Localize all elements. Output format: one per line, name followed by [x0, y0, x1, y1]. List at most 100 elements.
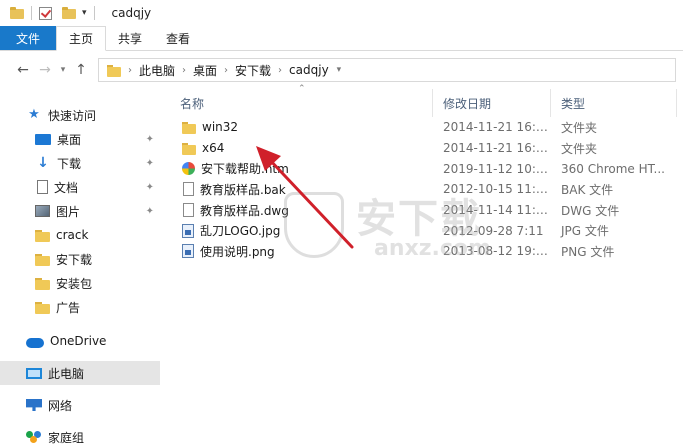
file-row[interactable]: 安下载帮助.htm 2019-11-12 10:44 360 Chrome HT…: [170, 158, 683, 179]
nav-label: 广告: [56, 300, 81, 315]
nav-onedrive[interactable]: OneDrive: [0, 329, 160, 353]
column-headers: 名称 修改日期 类型: [170, 89, 683, 117]
file-name: win32: [202, 120, 239, 135]
file-type: 文件夹: [561, 141, 598, 156]
nav-label: 网络: [48, 398, 73, 413]
column-header-type[interactable]: 类型: [551, 89, 677, 117]
tab-file[interactable]: 文件: [0, 26, 56, 50]
forward-icon[interactable]: →: [34, 62, 56, 78]
file-list: ⌃ 名称 修改日期 类型 win32 2014-11-21 16:53 文件夹 …: [170, 84, 683, 447]
folder-icon: [35, 253, 50, 266]
star-icon: ★: [28, 107, 40, 122]
pin-icon[interactable]: ✦: [146, 134, 154, 145]
file-name: 教育版样品.bak: [200, 182, 286, 197]
chevron-right-icon[interactable]: ›: [224, 65, 228, 76]
file-date: 2014-11-14 11:57: [443, 203, 551, 218]
recent-locations-icon[interactable]: ▾: [56, 65, 70, 75]
image-icon: [182, 244, 194, 259]
tab-home[interactable]: 主页: [56, 26, 107, 51]
nav-network[interactable]: 网络: [0, 393, 160, 417]
file-date: 2019-11-12 10:44: [443, 161, 551, 176]
nav-label: crack: [56, 228, 89, 242]
file-date: 2013-08-12 19:55: [443, 244, 551, 259]
nav-label: 家庭组: [48, 430, 85, 445]
file-date: 2012-10-15 11:33: [443, 182, 551, 197]
nav-label: 下载: [57, 156, 82, 171]
nav-label: 快速访问: [48, 108, 97, 123]
file-row[interactable]: 教育版样品.dwg 2014-11-14 11:57 DWG 文件: [170, 200, 683, 221]
file-icon: [183, 203, 194, 218]
nav-anxz[interactable]: 安下载: [0, 247, 160, 271]
homegroup-icon: [26, 431, 42, 443]
file-name: 使用说明.png: [200, 244, 275, 259]
nav-install-packages[interactable]: 安装包: [0, 271, 160, 295]
nav-pictures[interactable]: 图片 ✦: [0, 199, 160, 223]
up-icon[interactable]: ↑: [70, 62, 92, 78]
divider: [31, 6, 32, 20]
file-type: 文件夹: [561, 120, 598, 135]
pictures-icon: [35, 205, 50, 217]
folder-icon: [35, 229, 50, 242]
file-name: 教育版样品.dwg: [200, 203, 289, 218]
file-icon: [183, 182, 194, 197]
customize-quick-access-icon[interactable]: ▾: [82, 8, 87, 18]
nav-downloads[interactable]: ↓ 下载 ✦: [0, 151, 160, 175]
file-date: 2012-09-28 7:11: [443, 223, 544, 238]
tab-share[interactable]: 共享: [106, 26, 154, 50]
folder-icon: [35, 277, 50, 290]
file-type: BAK 文件: [561, 182, 614, 197]
chevron-down-icon[interactable]: ▾: [337, 65, 342, 75]
nav-label: 安装包: [56, 276, 93, 291]
pin-icon[interactable]: ✦: [146, 158, 154, 169]
file-row[interactable]: x64 2014-11-21 16:53 文件夹: [170, 138, 683, 159]
file-row[interactable]: 使用说明.png 2013-08-12 19:55 PNG 文件: [170, 241, 683, 262]
nav-documents[interactable]: 文档 ✦: [0, 175, 160, 199]
folder-icon[interactable]: [10, 7, 24, 19]
file-type: PNG 文件: [561, 244, 615, 259]
breadcrumb-this-pc[interactable]: 此电脑: [139, 62, 175, 79]
nav-label: 此电脑: [48, 366, 85, 381]
nav-ads[interactable]: 广告: [0, 295, 160, 319]
nav-label: OneDrive: [50, 334, 107, 348]
onedrive-icon: [26, 337, 44, 348]
folder-icon: [182, 141, 196, 156]
properties-icon[interactable]: [39, 6, 52, 20]
nav-label: 桌面: [57, 132, 82, 147]
tab-view[interactable]: 查看: [154, 26, 202, 50]
breadcrumb-anxz[interactable]: 安下载: [235, 62, 271, 79]
nav-label: 文档: [54, 180, 79, 195]
file-row[interactable]: 教育版样品.bak 2012-10-15 11:33 BAK 文件: [170, 179, 683, 200]
nav-this-pc[interactable]: 此电脑: [0, 361, 160, 385]
chevron-right-icon[interactable]: ›: [278, 65, 282, 76]
address-row: ← → ▾ ↑ › 此电脑 › 桌面 › 安下载 › cadqjy ▾: [0, 51, 683, 89]
pin-icon[interactable]: ✦: [146, 206, 154, 217]
file-name: 乱刀LOGO.jpg: [200, 224, 281, 239]
file-type: JPG 文件: [561, 224, 609, 239]
window-title: cadqjy: [111, 6, 152, 20]
folder-icon: [35, 301, 50, 314]
file-row[interactable]: win32 2014-11-21 16:53 文件夹: [170, 117, 683, 138]
column-header-date[interactable]: 修改日期: [433, 89, 551, 117]
file-type: 360 Chrome HT...: [561, 161, 665, 176]
nav-label: 图片: [56, 204, 81, 219]
chevron-right-icon[interactable]: ›: [182, 65, 186, 76]
breadcrumb-cadqjy[interactable]: cadqjy: [289, 63, 329, 77]
file-date: 2014-11-21 16:53: [443, 120, 551, 135]
download-icon: ↓: [37, 155, 49, 171]
document-icon: [37, 180, 48, 194]
nav-desktop[interactable]: 桌面 ✦: [0, 127, 160, 151]
chevron-right-icon[interactable]: ›: [128, 65, 132, 76]
breadcrumb-desktop[interactable]: 桌面: [193, 62, 217, 79]
nav-quick-access[interactable]: ★ 快速访问: [0, 103, 160, 127]
new-folder-icon[interactable]: [62, 7, 76, 19]
nav-label: 安下载: [56, 252, 93, 267]
address-bar[interactable]: › 此电脑 › 桌面 › 安下载 › cadqjy ▾: [98, 58, 676, 82]
file-name: x64: [202, 141, 225, 156]
nav-crack[interactable]: crack: [0, 223, 160, 247]
pin-icon[interactable]: ✦: [146, 182, 154, 193]
desktop-icon: [35, 133, 51, 145]
back-icon[interactable]: ←: [12, 62, 34, 78]
file-name: 安下载帮助.htm: [201, 162, 289, 177]
nav-homegroup[interactable]: 家庭组: [0, 425, 160, 447]
file-row[interactable]: 乱刀LOGO.jpg 2012-09-28 7:11 JPG 文件: [170, 220, 683, 241]
